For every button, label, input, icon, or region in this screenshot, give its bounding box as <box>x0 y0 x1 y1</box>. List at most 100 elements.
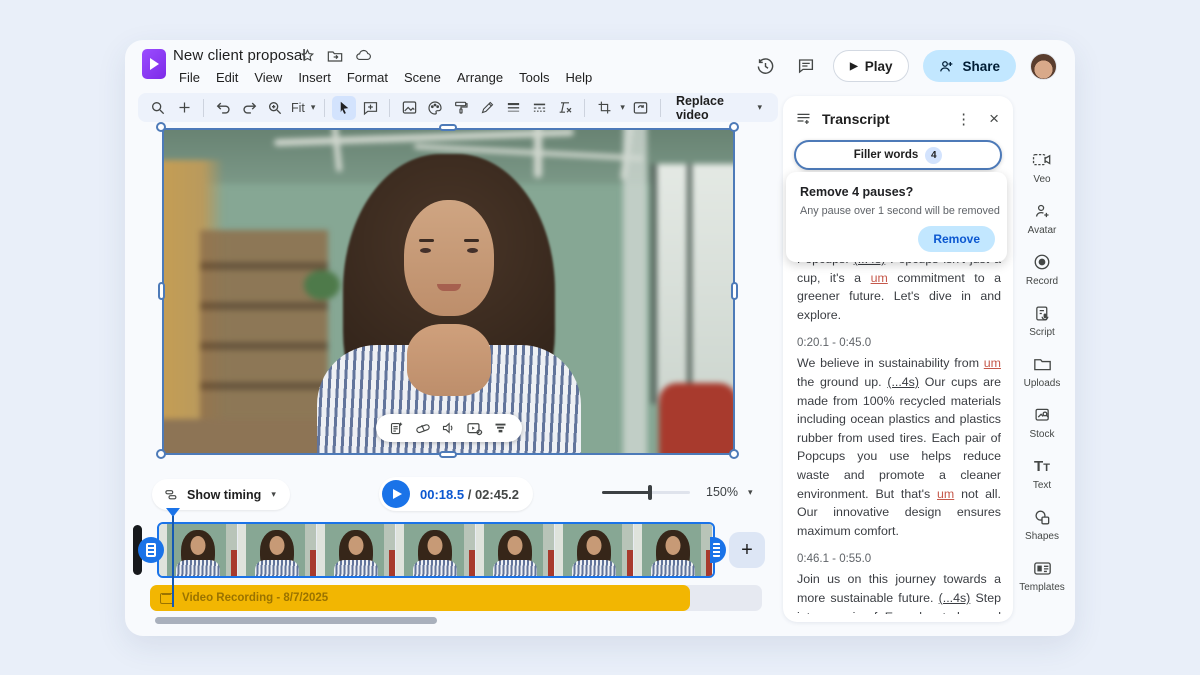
menu-insert[interactable]: Insert <box>290 67 339 88</box>
rail-item-record[interactable]: Record <box>1011 252 1073 287</box>
show-timing-button[interactable]: Show timing ▾ <box>152 479 290 510</box>
image-tool-icon[interactable] <box>397 96 421 120</box>
cloud-status-icon[interactable] <box>355 49 372 62</box>
fit-zoom-select[interactable]: Fit <box>289 101 307 115</box>
add-scene-icon[interactable] <box>172 96 196 120</box>
zoom-slider[interactable] <box>602 491 690 494</box>
eraser-icon[interactable] <box>412 417 434 439</box>
trim-handle-right[interactable] <box>710 537 726 563</box>
resize-handle-w[interactable] <box>158 282 165 300</box>
adjust-filter-icon[interactable] <box>490 417 512 439</box>
timing-bars-icon <box>164 488 179 502</box>
search-tools-icon[interactable] <box>146 96 170 120</box>
transcript-panel: Transcript ⋮ × Filler words 4 Pauses 4 P… <box>783 96 1013 622</box>
time-display: 00:18.5 / 02:45.2 <box>420 487 519 502</box>
select-tool-icon[interactable] <box>332 96 356 120</box>
people-icon <box>939 59 955 73</box>
filler-marker[interactable]: um <box>984 356 1001 370</box>
rail-item-text[interactable]: TT Text <box>1011 456 1073 491</box>
resize-handle-ne[interactable] <box>729 122 739 132</box>
pause-marker[interactable]: (...4s) <box>939 591 971 605</box>
star-icon[interactable] <box>300 48 315 63</box>
filmstrip-glyph-icon <box>146 543 156 557</box>
popup-title: Remove 4 pauses? <box>800 185 993 199</box>
resize-handle-n[interactable] <box>439 124 457 131</box>
remove-pauses-popup: Remove 4 pauses? Any pause over 1 second… <box>786 172 1007 262</box>
rail-item-uploads[interactable]: Uploads <box>1011 354 1073 389</box>
video-settings-icon[interactable] <box>464 417 486 439</box>
more-options-icon[interactable]: ⋮ <box>952 110 975 128</box>
comment-history-icon[interactable] <box>793 53 819 79</box>
filmstrip-frame <box>634 524 713 576</box>
share-button[interactable]: Share <box>923 50 1016 82</box>
crop-icon[interactable] <box>592 96 616 120</box>
paint-format-icon[interactable] <box>449 96 473 120</box>
resize-handle-se[interactable] <box>729 449 739 459</box>
filmstrip-frame <box>396 524 475 576</box>
crop-caret-icon[interactable]: ▾ <box>618 102 627 113</box>
border-dash-icon[interactable] <box>527 96 551 120</box>
timeline-scrollbar[interactable] <box>155 617 437 624</box>
menu-format[interactable]: Format <box>339 67 396 88</box>
replace-frame-icon[interactable] <box>629 96 653 120</box>
timeline-play-button[interactable] <box>382 480 410 508</box>
rail-item-veo[interactable]: Veo <box>1011 150 1073 185</box>
resize-handle-e[interactable] <box>731 282 738 300</box>
volume-icon[interactable] <box>438 417 460 439</box>
transcript-paragraph: We believe in sustainability from um the… <box>797 354 1001 540</box>
add-clip-button[interactable]: + <box>729 532 765 568</box>
version-history-icon[interactable] <box>753 53 779 79</box>
menu-scene[interactable]: Scene <box>396 67 449 88</box>
show-timing-caret-icon: ▾ <box>269 489 278 500</box>
rail-item-shapes[interactable]: Shapes <box>1011 507 1073 542</box>
resize-handle-sw[interactable] <box>156 449 166 459</box>
rail-item-stock[interactable]: Stock <box>1011 405 1073 440</box>
color-palette-icon[interactable] <box>423 96 447 120</box>
undo-icon[interactable] <box>211 96 235 120</box>
fit-caret-icon[interactable]: ▾ <box>309 102 318 113</box>
trim-handle-left[interactable] <box>138 537 164 563</box>
menu-edit[interactable]: Edit <box>208 67 246 88</box>
pen-icon[interactable] <box>475 96 499 120</box>
document-title[interactable]: New client proposal <box>173 47 306 64</box>
rail-item-script[interactable]: Script <box>1011 303 1073 338</box>
record-icon <box>1033 252 1051 272</box>
rail-item-templates[interactable]: Templates <box>1011 558 1073 593</box>
filmstrip-frame <box>555 524 634 576</box>
transcript-sections: Popcups. (...4s) Popcups isn't just a cu… <box>797 250 1001 614</box>
video-canvas[interactable] <box>162 128 735 455</box>
zoom-level-caret-icon[interactable]: ▾ <box>746 487 755 498</box>
zoom-level-value[interactable]: 150% <box>706 485 738 499</box>
menu-arrange[interactable]: Arrange <box>449 67 511 88</box>
menu-file[interactable]: File <box>171 67 208 88</box>
redo-icon[interactable] <box>237 96 261 120</box>
menu-tools[interactable]: Tools <box>511 67 557 88</box>
remove-button[interactable]: Remove <box>918 226 995 252</box>
rail-item-avatar[interactable]: Avatar <box>1011 201 1073 236</box>
edit-toolbar: Fit ▾ ▾ Replace video ▾ <box>138 93 778 122</box>
add-comment-icon[interactable] <box>358 96 382 120</box>
menu-help[interactable]: Help <box>557 67 600 88</box>
filler-marker[interactable]: um <box>871 271 888 285</box>
clear-formatting-icon[interactable] <box>553 96 577 120</box>
border-weight-icon[interactable] <box>501 96 525 120</box>
close-panel-icon[interactable]: × <box>985 109 1003 129</box>
play-button[interactable]: ▶Play <box>833 50 909 82</box>
tab-pauses[interactable]: Pauses 4 <box>794 140 1002 170</box>
transcript-icon <box>795 111 812 127</box>
replace-video-button[interactable]: Replace video ▾ <box>668 94 770 122</box>
audio-clip[interactable]: Video Recording - 8/7/2025 <box>150 585 690 611</box>
menu-view[interactable]: View <box>246 67 290 88</box>
resize-handle-s[interactable] <box>439 451 457 458</box>
add-to-script-icon[interactable] <box>386 417 408 439</box>
replace-video-caret-icon: ▾ <box>755 102 764 113</box>
account-avatar[interactable] <box>1030 53 1057 80</box>
resize-handle-nw[interactable] <box>156 122 166 132</box>
zoom-slider-handle[interactable] <box>648 485 652 500</box>
video-filmstrip[interactable] <box>157 522 715 578</box>
filler-marker[interactable]: um <box>937 487 954 501</box>
move-folder-icon[interactable] <box>327 49 343 63</box>
zoom-icon[interactable] <box>263 96 287 120</box>
pause-marker[interactable]: (...4s) <box>887 375 919 389</box>
popup-subtitle: Any pause over 1 second will be removed <box>800 205 993 217</box>
